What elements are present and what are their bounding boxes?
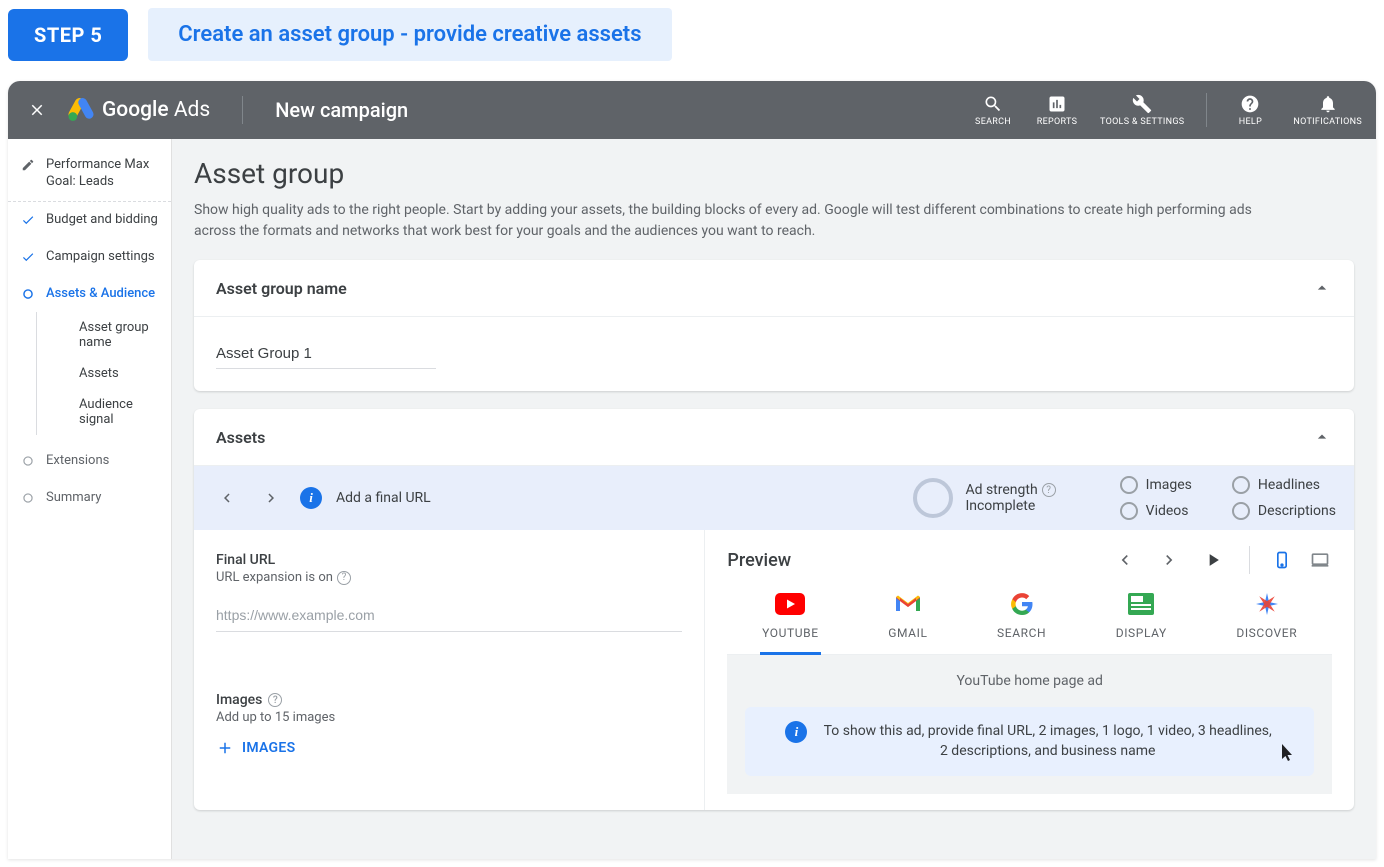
step-badge: STEP 5 [8,9,128,61]
topbar-search[interactable]: SEARCH [972,93,1014,127]
card-header-assets[interactable]: Assets [194,409,1354,466]
youtube-icon [775,592,805,616]
final-url-sub: URL expansion is on ? [216,570,682,585]
help-icon[interactable]: ? [337,571,351,585]
sidebar-item-assets-audience[interactable]: Assets & Audience [8,276,171,313]
images-sub: Add up to 15 images [216,710,682,725]
tools-icon [1132,93,1152,115]
info-icon: i [300,487,322,509]
divider [1206,93,1207,127]
reports-icon [1047,93,1067,115]
circle-pending-icon [20,454,36,468]
preview-title: Preview [727,550,791,571]
sidebar-sub-assets[interactable]: Assets [36,358,171,389]
asset-group-name-input[interactable] [216,339,436,369]
tab-gmail[interactable]: GMAIL [878,586,937,654]
google-g-icon [1010,592,1034,616]
topbar-tools[interactable]: TOOLS & SETTINGS [1100,93,1184,127]
close-icon[interactable] [22,95,52,125]
ad-strength-ring-icon [913,478,953,518]
final-url-label: Final URL [216,552,682,568]
ad-strength: Ad strength ? Incomplete [913,478,1055,518]
tab-youtube[interactable]: YOUTUBE [752,586,829,654]
check-descriptions: Descriptions [1232,502,1336,520]
sidebar-item-budget[interactable]: Budget and bidding [8,202,171,239]
topbar-reports[interactable]: REPORTS [1036,93,1078,127]
google-ads-icon [68,98,94,122]
app-shell: Google Ads New campaign SEARCH REPORTS T… [8,81,1376,859]
sidebar-item-settings[interactable]: Campaign settings [8,239,171,276]
circle-empty-icon [1120,502,1138,520]
pencil-icon [20,158,36,172]
sidebar: Performance MaxGoal: Leads Budget and bi… [8,139,172,859]
help-icon[interactable]: ? [268,693,282,707]
circle-empty-icon [1232,502,1250,520]
tab-search[interactable]: SEARCH [987,586,1056,654]
preview-play[interactable] [1199,546,1227,574]
discover-icon [1255,592,1279,616]
page-title: Asset group [194,157,1354,190]
assets-strip: i Add a final URL Ad strength ? Incomple… [194,466,1354,530]
preview-caption: YouTube home page ad [745,673,1314,689]
chevron-left-icon[interactable] [212,483,242,513]
preview-prev[interactable] [1111,546,1139,574]
brand-text: Google Ads [102,98,210,122]
circle-empty-icon [1120,476,1138,494]
topbar-help[interactable]: HELP [1229,93,1271,127]
step-caption: Create an asset group - provide creative… [148,8,671,61]
images-label: Images ? [216,692,682,708]
card-header-asset-group-name[interactable]: Asset group name [194,260,1354,317]
preview-callout: i To show this ad, provide final URL, 2 … [745,707,1314,776]
cursor-icon [1282,744,1296,762]
check-icon [20,250,36,264]
preview-body: YouTube home page ad i To show this ad, … [727,655,1332,794]
device-mobile[interactable] [1272,547,1292,573]
topbar: Google Ads New campaign SEARCH REPORTS T… [8,81,1376,139]
tab-discover[interactable]: DISCOVER [1226,586,1307,654]
info-icon: i [785,721,807,743]
preview-next[interactable] [1155,546,1183,574]
assets-card: Assets i Add a final URL Ad strength ? I… [194,409,1354,810]
page-description: Show high quality ads to the right peopl… [194,200,1294,242]
circle-current-icon [20,287,36,301]
check-icon [20,213,36,227]
display-icon [1128,592,1154,616]
asset-group-name-card: Asset group name [194,260,1354,391]
check-videos: Videos [1120,502,1192,520]
plus-icon [216,739,234,757]
check-headlines: Headlines [1232,476,1336,494]
device-desktop[interactable] [1308,550,1332,570]
topbar-notifications[interactable]: NOTIFICATIONS [1293,93,1362,127]
help-icon[interactable]: ? [1042,483,1056,497]
divider [242,96,243,124]
sidebar-sub-asset-group-name[interactable]: Asset group name [36,312,171,358]
sidebar-item-goal[interactable]: Performance MaxGoal: Leads [8,147,171,202]
main-content: Asset group Show high quality ads to the… [172,139,1376,859]
chevron-up-icon [1312,278,1332,298]
divider [1249,546,1250,574]
final-url-input[interactable] [216,599,682,632]
sidebar-sub-audience-signal[interactable]: Audience signal [36,389,171,435]
circle-empty-icon [1232,476,1250,494]
page-title-topbar: New campaign [275,98,408,122]
chevron-right-icon[interactable] [256,483,286,513]
help-icon [1240,93,1260,115]
circle-pending-icon [20,491,36,505]
chevron-up-icon [1312,427,1332,447]
google-ads-logo[interactable]: Google Ads [68,98,210,122]
tab-display[interactable]: DISPLAY [1106,586,1177,654]
gmail-icon [894,592,922,616]
strip-instruction: Add a final URL [336,490,431,506]
add-images-button[interactable]: IMAGES [216,739,295,757]
bell-icon [1318,93,1338,115]
check-images: Images [1120,476,1192,494]
sidebar-item-summary[interactable]: Summary [8,480,171,517]
step-header: STEP 5 Create an asset group - provide c… [8,8,1376,61]
sidebar-item-extensions[interactable]: Extensions [8,443,171,480]
search-icon [983,93,1003,115]
